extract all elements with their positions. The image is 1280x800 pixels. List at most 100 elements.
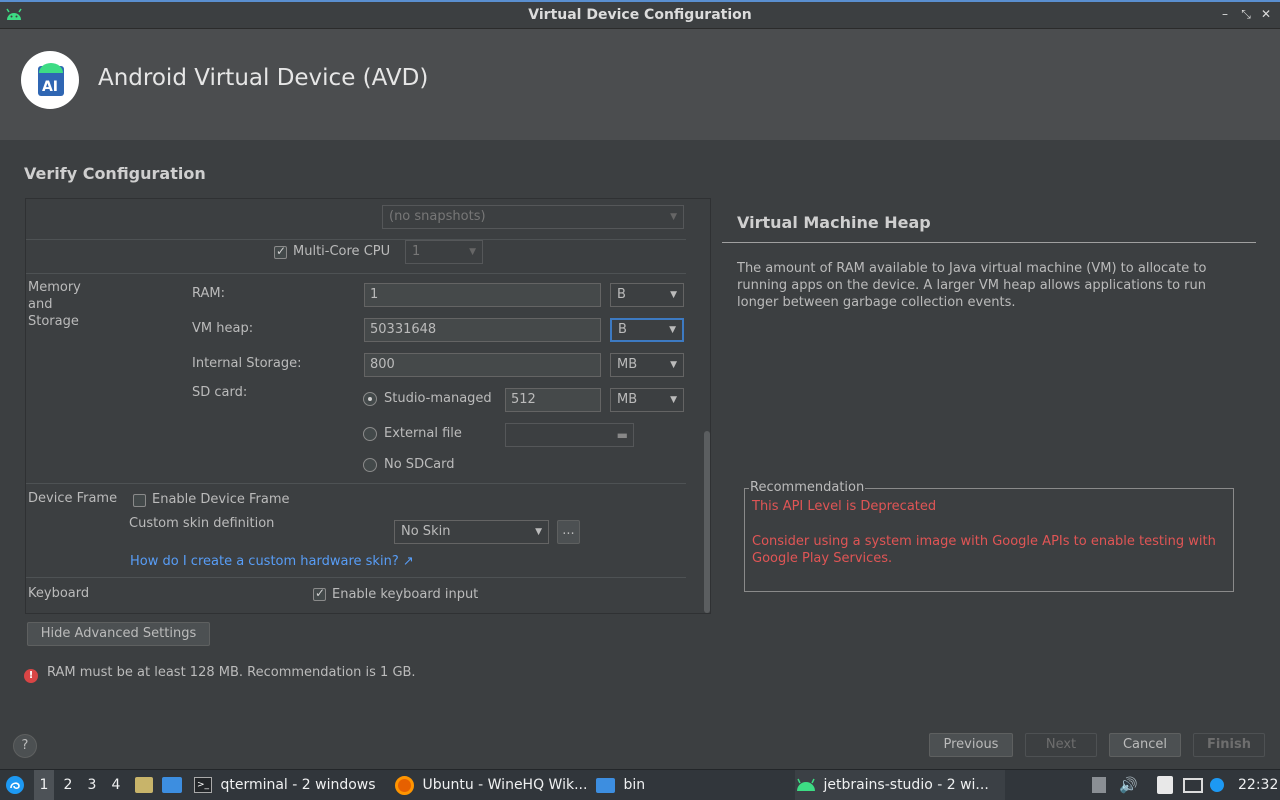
error-icon: ! — [24, 669, 38, 683]
task-label: qterminal - 2 windows — [220, 777, 376, 793]
task-label: Ubuntu - WineHQ Wik... — [422, 777, 588, 793]
task-firefox[interactable]: Ubuntu - WineHQ Wik... — [395, 770, 587, 800]
eject-icon — [1092, 777, 1106, 793]
sd-unit-combo[interactable]: MB ▼ — [610, 388, 684, 412]
recommendation-detail: Consider using a system image with Googl… — [752, 534, 1216, 566]
files-launcher[interactable] — [135, 770, 153, 800]
svg-text:AI: AI — [42, 79, 58, 95]
minimize-button[interactable]: – — [1218, 7, 1232, 21]
taskbar: 1 2 3 4 >_ qterminal - 2 windows Ubuntu … — [0, 769, 1280, 800]
window-titlebar: Virtual Device Configuration – ⤡ ✕ — [0, 0, 1280, 29]
maximize-button[interactable]: ⤡ — [1239, 7, 1253, 21]
error-text: RAM must be at least 128 MB. Recommendat… — [47, 665, 416, 680]
skin-combo[interactable]: No Skin ▼ — [394, 520, 549, 544]
tray-eject[interactable] — [1092, 770, 1106, 800]
sdcard-label: SD card: — [192, 385, 248, 400]
custom-skin-help-link[interactable]: How do I create a custom hardware skin? … — [130, 554, 414, 569]
sd-size-input[interactable]: 512 — [505, 388, 601, 412]
desktop-launcher[interactable] — [162, 770, 182, 800]
task-folder[interactable]: bin — [596, 770, 645, 800]
internal-storage-unit-combo[interactable]: MB ▼ — [610, 353, 684, 377]
internal-storage-input[interactable]: 800 — [364, 353, 601, 377]
vertical-scrollbar[interactable] — [704, 431, 710, 613]
desktop-2[interactable]: 2 — [58, 770, 78, 800]
previous-button[interactable]: Previous — [929, 733, 1013, 757]
custom-skin-label: Custom skin definition — [129, 516, 275, 531]
help-description: The amount of RAM available to Java virt… — [737, 261, 1207, 310]
multicore-checkbox[interactable] — [274, 244, 287, 259]
firefox-icon — [395, 775, 414, 795]
memory-group-label: Memory — [28, 280, 81, 295]
keyboard-group-label: Keyboard — [28, 586, 90, 601]
recommendation-deprecated: This API Level is Deprecated — [752, 499, 937, 514]
enable-frame-checkbox[interactable] — [133, 494, 146, 507]
desktop-4[interactable]: 4 — [106, 770, 126, 800]
chevron-down-icon: ▼ — [535, 527, 542, 537]
task-qterminal[interactable]: >_ qterminal - 2 windows — [194, 770, 376, 800]
sd-external-path: ▬ — [505, 423, 634, 447]
tray-clipboard[interactable] — [1157, 770, 1173, 800]
hide-advanced-button[interactable]: Hide Advanced Settings — [27, 622, 210, 646]
chevron-down-icon: ▼ — [469, 247, 476, 257]
desktop-3[interactable]: 3 — [82, 770, 102, 800]
keyboard-label: Enable keyboard input — [332, 587, 479, 602]
clock[interactable]: 22:32 — [1238, 770, 1278, 800]
header-title: Android Virtual Device (AVD) — [98, 65, 429, 91]
snapshot-combo: (no snapshots) ▼ — [382, 205, 684, 229]
tray-network[interactable] — [1183, 770, 1203, 800]
folder-icon: ▬ — [616, 428, 628, 442]
close-button[interactable]: ✕ — [1259, 7, 1273, 21]
next-button: Next — [1025, 733, 1097, 757]
skin-browse-button[interactable]: ... — [557, 520, 580, 544]
info-icon — [1210, 778, 1224, 792]
internal-storage-label: Internal Storage: — [192, 356, 302, 371]
keyboard-checkbox[interactable] — [313, 586, 326, 601]
sd-none-label: No SDCard — [384, 457, 455, 472]
task-label: bin — [623, 777, 646, 793]
recommendation-title: Recommendation — [749, 480, 866, 495]
help-title: Virtual Machine Heap — [737, 213, 931, 232]
vmheap-unit-combo[interactable]: B ▼ — [610, 318, 684, 342]
device-frame-label: Device Frame — [28, 491, 118, 506]
chevron-down-icon: ▼ — [669, 325, 676, 335]
ram-input[interactable]: 1 — [364, 283, 601, 307]
network-icon — [1183, 777, 1203, 793]
menu-logo-icon — [6, 776, 24, 794]
settings-scroll-panel[interactable]: (no snapshots) ▼ Multi-Core CPU 1 ▼ Memo… — [25, 198, 711, 614]
android-studio-icon: AI — [38, 63, 64, 96]
divider — [26, 273, 686, 274]
show-desktop-icon — [162, 777, 182, 793]
android-icon — [797, 778, 815, 791]
internal-storage-unit-value: MB — [617, 357, 638, 372]
skin-value: No Skin — [401, 524, 451, 539]
ram-unit-combo[interactable]: B ▼ — [610, 283, 684, 307]
tray-volume[interactable]: 🔊 — [1119, 770, 1138, 800]
vmheap-label: VM heap: — [192, 321, 254, 336]
ram-unit-value: B — [617, 287, 626, 302]
sd-studio-radio[interactable] — [363, 392, 377, 406]
task-studio[interactable]: jetbrains-studio - 2 wi... — [795, 770, 1005, 800]
ram-label: RAM: — [192, 286, 225, 301]
terminal-icon: >_ — [194, 777, 212, 793]
multicore-value: 1 — [412, 244, 421, 259]
multicore-label: Multi-Core CPU — [293, 244, 391, 259]
error-message: ! RAM must be at least 128 MB. Recommenda… — [24, 665, 416, 683]
sd-external-radio[interactable] — [363, 427, 377, 441]
vmheap-input[interactable]: 50331648 — [364, 318, 601, 342]
sd-none-radio[interactable] — [363, 458, 377, 472]
enable-frame-label: Enable Device Frame — [152, 492, 290, 507]
tray-updates[interactable] — [1210, 770, 1224, 800]
divider — [26, 577, 686, 578]
sd-unit-value: MB — [617, 392, 638, 407]
divider — [26, 239, 686, 240]
start-menu-button[interactable] — [5, 770, 25, 800]
cancel-button[interactable]: Cancel — [1109, 733, 1181, 757]
memory-group-label: and — [28, 297, 53, 312]
chevron-down-icon: ▼ — [670, 360, 677, 370]
sd-external-label: External file — [384, 426, 462, 441]
help-button[interactable]: ? — [13, 734, 37, 758]
chevron-down-icon: ▼ — [670, 212, 677, 222]
task-label: jetbrains-studio - 2 wi... — [823, 777, 989, 793]
desktop-1[interactable]: 1 — [34, 770, 54, 800]
folder-icon — [596, 777, 615, 793]
